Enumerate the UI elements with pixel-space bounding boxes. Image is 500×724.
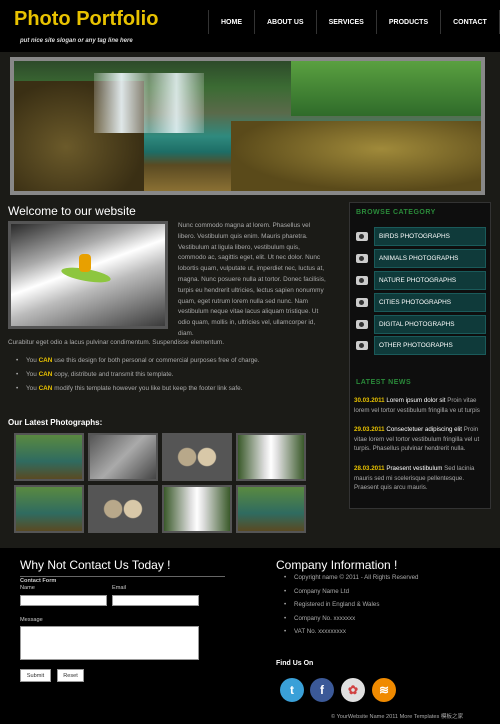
gallery-thumb[interactable] (236, 433, 306, 481)
news-item: 28.03.2011 Praesent vestibulum Sed lacin… (354, 464, 475, 492)
license-item: You CAN modify this template however you… (16, 385, 341, 392)
news-item: 29.03.2011 Consectetuer adipiscing elit … (354, 426, 480, 453)
hero-rocks-right (231, 121, 481, 191)
main-nav: HOME ABOUT US SERVICES PRODUCTS CONTACT (208, 10, 500, 34)
category-item-other: OTHER PHOTOGRAPHS (356, 335, 486, 357)
page: Photo Portfolio put nice site slogan or … (0, 0, 500, 724)
picasa-icon[interactable]: ✿ (341, 678, 365, 702)
kayak-image (8, 221, 168, 329)
category-item-cities: CITIES PHOTOGRAPHS (356, 291, 486, 313)
company-title: Company Information ! (276, 558, 398, 572)
news-item: 30.03.2011 Lorem ipsum dolor sit Proin v… (354, 397, 480, 414)
gallery-thumb[interactable] (236, 485, 306, 533)
gallery-thumb[interactable] (14, 433, 84, 481)
category-list: BIRDS PHOTOGRAPHS ANIMALS PHOTOGRAPHS NA… (356, 226, 486, 357)
camera-icon (356, 232, 368, 242)
intro-text-continued: Curabitur eget odio a lacus pulvinar con… (8, 339, 224, 346)
license-list: You CAN use this design for both persona… (16, 357, 341, 399)
category-link[interactable]: BIRDS PHOTOGRAPHS (374, 227, 486, 247)
divider (20, 576, 225, 577)
gallery-thumb[interactable] (162, 433, 232, 481)
hero-waterfall (94, 73, 204, 133)
message-field[interactable] (20, 626, 199, 660)
copyright: © YourWebsite Name 2011 More Templates 模… (331, 714, 464, 720)
kayaker (79, 254, 91, 272)
header: Photo Portfolio put nice site slogan or … (0, 0, 500, 52)
site-tagline: put nice site slogan or any tag line her… (20, 38, 133, 44)
category-link[interactable]: CITIES PHOTOGRAPHS (374, 292, 486, 312)
site-logo[interactable]: Photo Portfolio (14, 8, 158, 31)
contact-form-title: Contact Form (20, 578, 57, 584)
email-label: Email (112, 585, 126, 591)
browse-category-title: BROWSE CATEGORY (356, 209, 436, 216)
latest-photos-title: Our Latest Photographs: (8, 418, 103, 427)
facebook-icon[interactable]: f (310, 678, 334, 702)
camera-icon (356, 319, 368, 329)
nav-home[interactable]: HOME (208, 10, 254, 34)
nav-products[interactable]: PRODUCTS (375, 10, 440, 34)
category-item-birds: BIRDS PHOTOGRAPHS (356, 226, 486, 248)
gallery-thumb[interactable] (162, 485, 232, 533)
category-link[interactable]: DIGITAL PHOTOGRAPHS (374, 314, 486, 334)
welcome-title: Welcome to our website (8, 204, 136, 218)
hero-trees (291, 61, 481, 116)
category-link[interactable]: NATURE PHOTOGRAPHS (374, 270, 486, 290)
category-item-digital: DIGITAL PHOTOGRAPHS (356, 313, 486, 335)
nav-services[interactable]: SERVICES (315, 10, 376, 34)
company-info-item: Company No. xxxxxxx (284, 615, 484, 629)
company-info-item: VAT No. xxxxxxxxx (284, 628, 484, 642)
camera-icon (356, 275, 368, 285)
name-field[interactable] (20, 595, 107, 606)
license-item: You CAN copy, distribute and transmit th… (16, 371, 341, 378)
news-list: 30.03.2011 Lorem ipsum dolor sit Proin v… (354, 396, 486, 503)
email-field[interactable] (112, 595, 199, 606)
company-info-item: Company Name Ltd (284, 588, 484, 602)
reset-button[interactable]: Reset (57, 669, 84, 682)
category-item-animals: ANIMALS PHOTOGRAPHS (356, 248, 486, 270)
company-info-item: Registered in England & Wales (284, 601, 484, 615)
name-label: Name (20, 585, 35, 591)
message-label: Message (20, 617, 43, 623)
nav-contact[interactable]: CONTACT (440, 10, 500, 34)
contact-title: Why Not Contact Us Today ! (20, 558, 171, 572)
category-link[interactable]: OTHER PHOTOGRAPHS (374, 336, 486, 356)
category-item-nature: NATURE PHOTOGRAPHS (356, 270, 486, 292)
submit-button[interactable]: Submit (20, 669, 51, 682)
license-item: You CAN use this design for both persona… (16, 357, 341, 364)
find-us-title: Find Us On (276, 660, 314, 667)
nav-about-us[interactable]: ABOUT US (254, 10, 316, 34)
latest-news-title: LATEST NEWS (356, 379, 412, 386)
company-info-list: Copyright name © 2011 - All Rights Reser… (284, 574, 484, 642)
rss-icon[interactable]: ≋ (372, 678, 396, 702)
twitter-icon[interactable]: t (280, 678, 304, 702)
hero-image (14, 61, 481, 191)
camera-icon (356, 297, 368, 307)
hero-banner (10, 57, 485, 195)
camera-icon (356, 341, 368, 351)
photo-gallery (14, 433, 306, 533)
camera-icon (356, 254, 368, 264)
intro-text: Nunc commodo magna at lorem. Phasellus v… (178, 222, 326, 337)
gallery-thumb[interactable] (88, 433, 158, 481)
gallery-thumb[interactable] (14, 485, 84, 533)
category-link[interactable]: ANIMALS PHOTOGRAPHS (374, 249, 486, 269)
company-info-item: Copyright name © 2011 - All Rights Reser… (284, 574, 484, 588)
gallery-thumb[interactable] (88, 485, 158, 533)
